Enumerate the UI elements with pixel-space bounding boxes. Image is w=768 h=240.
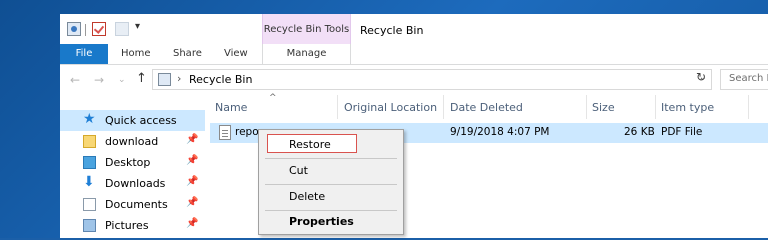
ribbon-tabs: File Home Share View Manage: [60, 44, 768, 65]
menu-item-properties[interactable]: Properties: [289, 215, 354, 228]
title-bar: ▾ Recycle Bin Tools Recycle Bin: [60, 14, 768, 62]
pin-icon[interactable]: 📌: [186, 197, 198, 208]
nav-item-label: Downloads: [105, 177, 166, 190]
download-arrow-icon: ⬇: [83, 174, 95, 190]
star-icon: ★: [83, 111, 96, 127]
column-divider[interactable]: [748, 95, 749, 119]
column-header-size[interactable]: Size: [592, 101, 615, 114]
forward-arrow-icon[interactable]: →: [94, 73, 104, 87]
nav-item-label: Desktop: [105, 156, 151, 169]
address-bar[interactable]: › Recycle Bin ⌄: [152, 69, 712, 90]
nav-item-pictures[interactable]: Pictures 📌: [60, 215, 205, 236]
column-divider[interactable]: [586, 95, 587, 119]
file-date-deleted: 9/19/2018 4:07 PM: [450, 126, 550, 138]
nav-item-download[interactable]: download 📌: [60, 131, 205, 152]
file-item-type: PDF File: [661, 126, 703, 138]
document-icon: [83, 198, 96, 211]
refresh-icon[interactable]: ↻: [696, 70, 712, 89]
file-explorer-window: ▾ Recycle Bin Tools Recycle Bin File Hom…: [60, 14, 768, 238]
menu-item-cut[interactable]: Cut: [289, 164, 308, 177]
recycle-bin-icon[interactable]: [67, 22, 81, 36]
column-header-name[interactable]: Name: [215, 101, 247, 114]
column-header-date-deleted[interactable]: Date Deleted: [450, 101, 523, 114]
tab-manage[interactable]: Manage: [262, 44, 351, 64]
new-folder-icon[interactable]: [115, 22, 129, 36]
column-divider[interactable]: [655, 95, 656, 119]
desktop-icon: [83, 156, 96, 169]
menu-separator: [265, 210, 397, 211]
nav-item-label: Quick access: [105, 114, 177, 127]
tab-share[interactable]: Share: [173, 48, 202, 59]
nav-item-label: download: [105, 135, 159, 148]
nav-item-label: Documents: [105, 198, 168, 211]
menu-item-delete[interactable]: Delete: [289, 190, 325, 203]
column-header-original-location[interactable]: Original Location: [344, 101, 437, 114]
pin-icon[interactable]: 📌: [186, 176, 198, 187]
breadcrumb-path[interactable]: Recycle Bin: [189, 73, 252, 86]
breadcrumb-chevron-icon[interactable]: ›: [177, 72, 181, 85]
menu-item-restore[interactable]: Restore: [289, 138, 331, 151]
menu-separator: [265, 158, 397, 159]
window-title: Recycle Bin: [360, 24, 424, 37]
tab-file[interactable]: File: [60, 44, 108, 64]
pdf-file-icon: [219, 125, 231, 140]
file-size: 26 KB: [624, 126, 655, 138]
context-menu: Restore Cut Delete Properties: [258, 129, 404, 235]
nav-item-quick-access[interactable]: ★ Quick access: [60, 110, 205, 131]
tab-view[interactable]: View: [224, 48, 248, 59]
column-header-item-type[interactable]: Item type: [661, 101, 714, 114]
column-divider[interactable]: [337, 95, 338, 119]
folder-icon: [83, 135, 96, 148]
pictures-icon: [83, 219, 96, 232]
column-divider[interactable]: [443, 95, 444, 119]
nav-item-downloads[interactable]: ⬇ Downloads 📌: [60, 173, 205, 194]
properties-icon[interactable]: [92, 22, 106, 36]
recent-locations-icon[interactable]: ⌄: [118, 75, 126, 85]
menu-separator: [265, 184, 397, 185]
navigation-bar: ← → ⌄ ↑ › Recycle Bin ⌄ ↻ Search R: [60, 65, 768, 95]
up-arrow-icon[interactable]: ↑: [136, 71, 147, 86]
recycle-bin-location-icon: [158, 73, 171, 86]
nav-item-label: Pictures: [105, 219, 149, 232]
pin-icon[interactable]: 📌: [186, 134, 198, 145]
context-tab-group-label: Recycle Bin Tools: [263, 24, 350, 35]
sort-ascending-icon: ^: [269, 93, 277, 103]
qat-separator: [85, 24, 86, 36]
back-arrow-icon[interactable]: ←: [70, 73, 80, 87]
tab-home[interactable]: Home: [121, 48, 151, 59]
nav-item-documents[interactable]: Documents 📌: [60, 194, 205, 215]
pin-icon[interactable]: 📌: [186, 218, 198, 229]
nav-item-desktop[interactable]: Desktop 📌: [60, 152, 205, 173]
search-input[interactable]: Search R: [720, 69, 768, 90]
qat-dropdown-icon[interactable]: ▾: [135, 21, 140, 32]
navigation-pane: ★ Quick access download 📌 Desktop 📌 ⬇ Do…: [60, 95, 205, 238]
pin-icon[interactable]: 📌: [186, 155, 198, 166]
